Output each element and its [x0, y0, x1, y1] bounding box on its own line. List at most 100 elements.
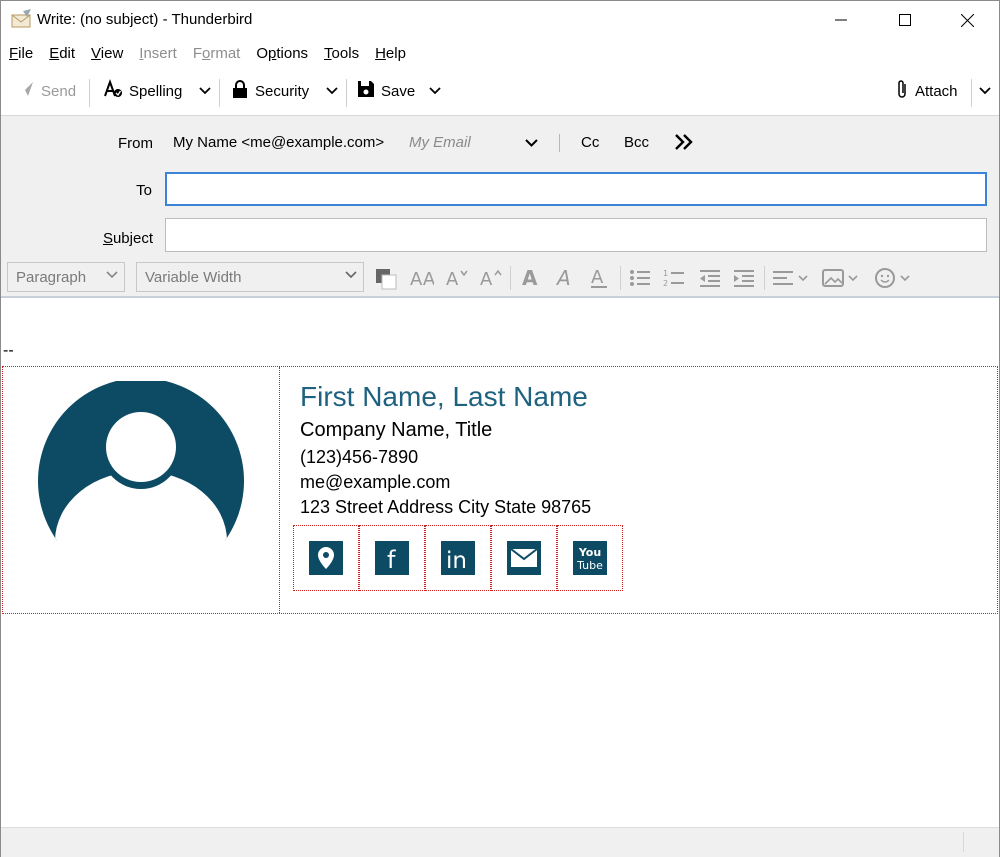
chevron-down-icon [199, 87, 211, 95]
from-dropdown[interactable] [521, 132, 541, 154]
message-header: From My Name <me@example.com> My Email C… [1, 116, 999, 298]
send-button[interactable]: Send [17, 77, 76, 105]
email-icon [507, 541, 541, 575]
insert-image-button[interactable] [821, 266, 861, 290]
social-icons-row: f in You Tube [293, 525, 623, 591]
lock-icon [231, 79, 255, 103]
svg-text:Tube: Tube [576, 559, 603, 572]
message-body[interactable]: -- First Name, Last Name Company Name, T… [1, 298, 999, 826]
subject-input[interactable] [165, 218, 987, 252]
bullet-list-icon [630, 270, 650, 286]
maximize-button[interactable] [875, 1, 935, 39]
cc-button[interactable]: Cc [581, 134, 599, 151]
increase-font-size-button[interactable]: A [477, 266, 505, 290]
thunderbird-compose-icon [11, 9, 31, 29]
menu-view[interactable]: View [91, 45, 123, 62]
format-toolbar: Paragraph Variable Width AA A A A A A 1 … [1, 260, 999, 294]
underline-button[interactable]: A [585, 266, 613, 290]
underline-icon: A [591, 267, 607, 288]
signature-phone: (123)456-7890 [300, 447, 419, 467]
spelling-icon [103, 79, 129, 103]
title-bar: Write: (no subject) - Thunderbird [1, 1, 999, 39]
decrease-font-size-button[interactable]: A [443, 266, 471, 290]
chevron-down-icon [524, 139, 538, 147]
signature-company: Company Name, Title [300, 419, 493, 441]
signature-separator: -- [3, 342, 14, 359]
save-icon [357, 80, 381, 102]
signature-address: 123 Street Address City State 98765 [300, 497, 592, 517]
social-cell-linkedin[interactable]: in [425, 525, 491, 591]
svg-text:2: 2 [663, 279, 668, 288]
minimize-button[interactable] [811, 1, 871, 39]
signature-name: First Name, Last Name [300, 381, 588, 412]
chevron-down-icon [345, 271, 357, 279]
signature-photo-cell [3, 367, 280, 613]
compose-toolbar: Send Spelling Security Save Attach [1, 67, 999, 116]
facebook-icon: f [375, 541, 409, 575]
smiley-icon [875, 268, 910, 288]
larger-font-icon: A [480, 269, 502, 288]
insert-smiley-button[interactable] [873, 266, 913, 290]
svg-text:f: f [387, 546, 396, 574]
menu-help[interactable]: Help [375, 45, 406, 62]
svg-text:A: A [446, 269, 459, 288]
attach-dropdown[interactable] [975, 77, 995, 105]
font-size-reset-icon: AA [410, 269, 434, 288]
security-button[interactable]: Security [231, 77, 309, 105]
close-button[interactable] [937, 1, 997, 39]
social-cell-facebook[interactable]: f [359, 525, 425, 591]
bcc-button[interactable]: Bcc [624, 134, 649, 151]
map-pin-icon [309, 541, 343, 575]
menu-options[interactable]: Options [256, 45, 308, 62]
to-input[interactable] [165, 172, 987, 206]
svg-text:in: in [446, 548, 467, 574]
menu-file[interactable]: File [9, 45, 33, 62]
from-identity[interactable]: My Name <me@example.com> [173, 134, 384, 151]
numbered-list-button[interactable]: 12 [661, 266, 687, 290]
security-dropdown[interactable] [322, 77, 342, 105]
save-button[interactable]: Save [357, 77, 415, 105]
bullet-list-button[interactable] [627, 266, 653, 290]
image-icon [822, 269, 858, 287]
numbered-list-icon: 12 [663, 269, 684, 288]
to-label: To [136, 182, 152, 199]
outdent-button[interactable] [697, 266, 723, 290]
paragraph-select[interactable]: Paragraph [7, 262, 125, 292]
indent-button[interactable] [731, 266, 757, 290]
social-cell-location[interactable] [293, 525, 359, 591]
save-dropdown[interactable] [425, 77, 445, 105]
spelling-dropdown[interactable] [195, 77, 215, 105]
menu-bar: File Edit View Insert Format Options Too… [1, 39, 999, 67]
social-cell-youtube[interactable]: You Tube [557, 525, 623, 591]
linkedin-icon: in [441, 541, 475, 575]
more-recipients-button[interactable] [673, 132, 695, 157]
signature-email: me@example.com [300, 472, 451, 492]
align-button[interactable] [771, 266, 811, 290]
from-label: From [118, 135, 153, 152]
paperclip-icon [895, 78, 915, 104]
svg-text:A: A [522, 267, 538, 289]
signature-table: First Name, Last Name Company Name, Titl… [2, 366, 998, 614]
bold-button[interactable]: A [517, 266, 545, 290]
svg-text:A: A [555, 267, 571, 289]
compose-window: Write: (no subject) - Thunderbird File E… [0, 0, 1000, 857]
subject-label: Subject [102, 230, 153, 247]
text-color-button[interactable] [371, 266, 401, 290]
menu-tools[interactable]: Tools [324, 45, 359, 62]
align-left-icon [773, 271, 808, 285]
font-size-reset-button[interactable]: AA [407, 266, 435, 290]
svg-text:AA: AA [410, 269, 434, 288]
status-bar [1, 827, 999, 857]
from-identity-label: My Email [409, 134, 471, 151]
attach-button[interactable]: Attach [895, 77, 958, 105]
menu-edit[interactable]: Edit [49, 45, 75, 62]
font-select[interactable]: Variable Width [136, 262, 364, 292]
italic-button[interactable]: A [551, 266, 579, 290]
svg-text:A: A [591, 267, 604, 288]
menu-insert[interactable]: Insert [139, 45, 177, 62]
smaller-font-icon: A [446, 269, 468, 288]
social-cell-email[interactable] [491, 525, 557, 591]
spelling-button[interactable]: Spelling [103, 77, 182, 105]
menu-format[interactable]: Format [193, 45, 241, 62]
outdent-icon [700, 270, 720, 287]
